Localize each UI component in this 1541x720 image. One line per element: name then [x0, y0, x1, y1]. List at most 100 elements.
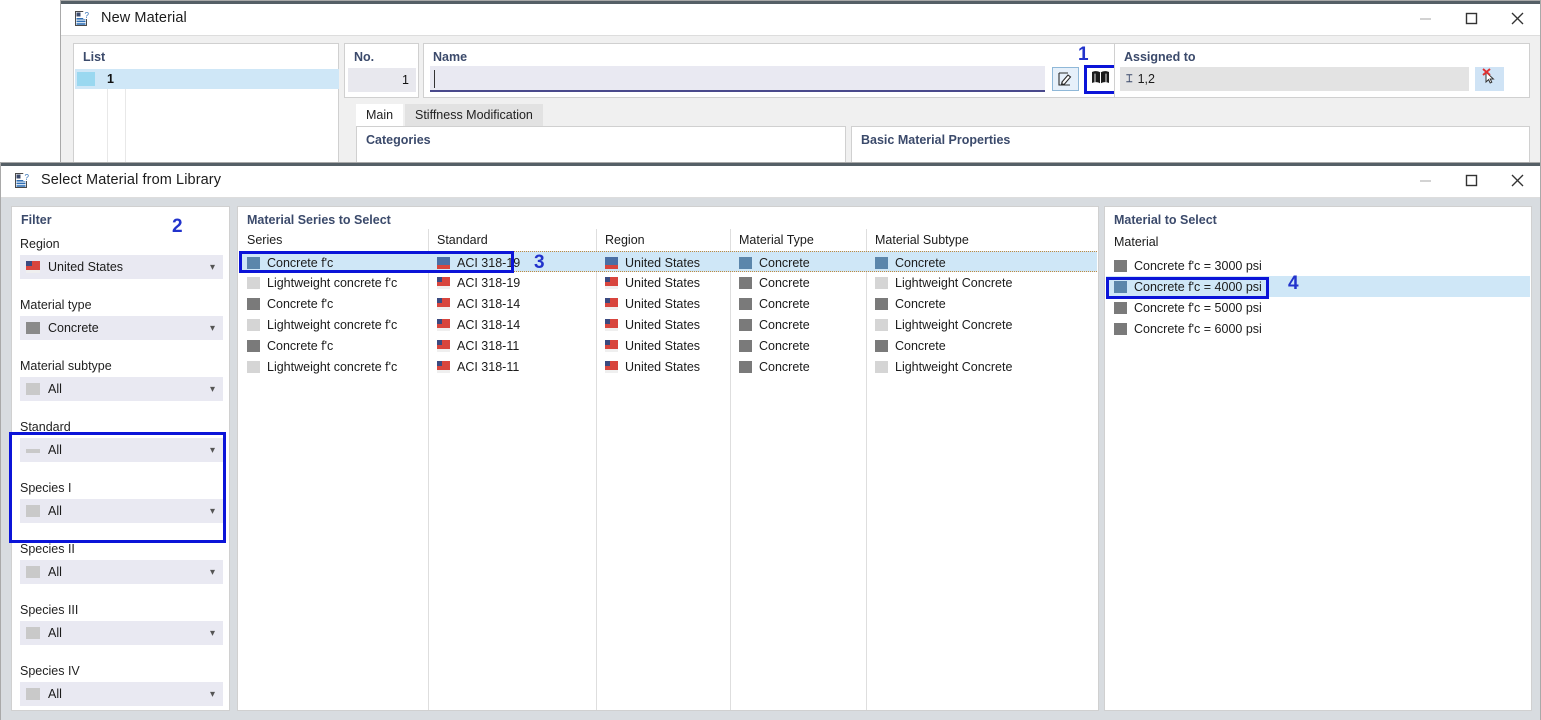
list-item[interactable]: Concrete f'c = 4000 psi [1106, 276, 1530, 297]
maximize-button[interactable] [1448, 164, 1494, 198]
material-series-header: Material Series to Select [247, 213, 391, 227]
filter-select-standard[interactable]: All ▾ [20, 438, 223, 462]
chevron-down-icon: ▾ [209, 627, 215, 639]
filter-select-material-type[interactable]: Concrete ▾ [20, 316, 223, 340]
material-type-swatch-icon [739, 276, 752, 289]
cell-text: ACI 318-14 [457, 317, 521, 332]
column-header-region[interactable]: Region [597, 229, 731, 251]
filter-select-species-3[interactable]: All ▾ [20, 621, 223, 645]
cell-material-subtype: Concrete [867, 252, 1097, 273]
table-row[interactable]: Concrete f'c ACI 318-14 United States Co… [239, 293, 1097, 314]
filter-select-species-4[interactable]: All ▾ [20, 682, 223, 706]
column-header-material-subtype[interactable]: Material Subtype [867, 229, 1097, 251]
cell-material-subtype: Lightweight Concrete [867, 272, 1097, 293]
book-icon [1091, 70, 1110, 90]
material-row-label: Concrete f'c = 3000 psi [1134, 258, 1262, 273]
assigned-to-field[interactable]: ⌶ 1,2 [1120, 67, 1469, 91]
table-row[interactable]: Concrete f'c ACI 318-19 United States Co… [239, 251, 1097, 272]
list-row-number: 1 [107, 72, 114, 86]
number-value[interactable]: 1 [348, 68, 416, 92]
filter-panel: Filter Region United States ▾ Material t… [11, 206, 230, 711]
standard-flag-icon [437, 276, 450, 289]
maximize-button[interactable] [1448, 2, 1494, 36]
table-row[interactable]: Lightweight concrete f'c ACI 318-11 Unit… [239, 356, 1097, 377]
filter-value-standard: All [48, 443, 62, 457]
column-header-material-type[interactable]: Material Type [731, 229, 867, 251]
list-item[interactable]: Concrete f'c = 6000 psi [1106, 318, 1530, 339]
filter-select-material-subtype[interactable]: All ▾ [20, 377, 223, 401]
standard-flag-icon [437, 256, 450, 269]
close-button[interactable] [1494, 2, 1540, 36]
material-subtype-swatch-icon [875, 276, 888, 289]
cell-standard: ACI 318-19 [429, 252, 597, 273]
filter-value-species-3: All [48, 626, 62, 640]
cell-series: Concrete f'c [239, 293, 429, 314]
cell-text: ACI 318-11 [457, 359, 520, 374]
tab-strip: Main Stiffness Modification [356, 104, 1530, 126]
material-row-label: Concrete f'c = 5000 psi [1134, 300, 1262, 315]
annotation-3: 3 [534, 252, 545, 273]
clear-selection-button[interactable] [1475, 67, 1504, 91]
filter-label-species-3: Species III [20, 603, 79, 617]
table-row[interactable]: Lightweight concrete f'c ACI 318-19 Unit… [239, 272, 1097, 293]
filter-select-species-2[interactable]: All ▾ [20, 560, 223, 584]
library-button[interactable] [1084, 65, 1117, 94]
close-button[interactable] [1494, 164, 1540, 198]
cell-material-type: Concrete [731, 356, 867, 377]
list-item[interactable]: Concrete f'c = 5000 psi [1106, 297, 1530, 318]
standard-swatch [26, 449, 40, 453]
filter-header: Filter [21, 213, 52, 227]
categories-header: Categories [366, 133, 431, 147]
cell-text: Lightweight concrete f'c [267, 317, 398, 332]
column-header-material[interactable]: Material [1106, 231, 1306, 253]
minimize-button[interactable] [1402, 2, 1448, 36]
cell-material-type: Concrete [731, 293, 867, 314]
cell-region: United States [597, 252, 731, 273]
assigned-to-value: 1,2 [1137, 72, 1155, 86]
chevron-down-icon: ▾ [209, 444, 215, 456]
cell-text: United States [625, 338, 701, 353]
cell-text: Concrete [759, 255, 810, 270]
cell-text: Lightweight Concrete [895, 359, 1013, 374]
material-row-label: Concrete f'c = 6000 psi [1134, 321, 1262, 336]
tab-main[interactable]: Main [356, 104, 404, 126]
cell-material-subtype: Concrete [867, 335, 1097, 356]
cell-text: Concrete [759, 296, 810, 311]
material-to-select-header: Material to Select [1114, 213, 1217, 227]
filter-select-region[interactable]: United States ▾ [20, 255, 223, 279]
cell-material-subtype: Concrete [867, 293, 1097, 314]
tab-stiffness-modification[interactable]: Stiffness Modification [405, 104, 543, 126]
minimize-button[interactable] [1402, 164, 1448, 198]
name-input[interactable] [430, 66, 1045, 92]
new-material-titlebar: ? New Material [61, 1, 1540, 36]
cell-text: Concrete [759, 275, 810, 290]
filter-select-species-1[interactable]: All ▾ [20, 499, 223, 523]
filter-label-material-subtype: Material subtype [20, 359, 112, 373]
column-header-standard[interactable]: Standard [429, 229, 597, 251]
name-panel-header: Name [433, 50, 468, 64]
series-swatch-icon [247, 297, 260, 310]
cell-text: Concrete f'c [267, 296, 334, 311]
list-item[interactable]: Concrete f'c = 3000 psi [1106, 255, 1530, 276]
cell-text: Lightweight concrete f'c [267, 275, 398, 290]
material-subtype-swatch-icon [875, 339, 888, 352]
list-item[interactable]: 1 [75, 69, 339, 89]
cell-series: Concrete f'c [239, 252, 429, 273]
filter-value-region: United States [48, 260, 124, 274]
cell-series: Lightweight concrete f'c [239, 314, 429, 335]
filter-label-region: Region [20, 237, 60, 251]
column-header-series[interactable]: Series [239, 229, 429, 251]
table-row[interactable]: Lightweight concrete f'c ACI 318-14 Unit… [239, 314, 1097, 335]
series-swatch-icon [247, 360, 260, 373]
cell-material-type: Concrete [731, 335, 867, 356]
chevron-down-icon: ▾ [209, 261, 215, 273]
cell-standard: ACI 318-14 [429, 293, 597, 314]
material-swatch-icon [1114, 322, 1127, 335]
table-row[interactable]: Concrete f'c ACI 318-11 United States Co… [239, 335, 1097, 356]
new-material-window-controls [1402, 1, 1540, 36]
chevron-down-icon: ▾ [209, 383, 215, 395]
material-type-swatch-icon [739, 256, 752, 269]
edit-icon[interactable] [1052, 67, 1079, 91]
filter-label-species-1: Species I [20, 481, 72, 495]
chevron-down-icon: ▾ [209, 322, 215, 334]
